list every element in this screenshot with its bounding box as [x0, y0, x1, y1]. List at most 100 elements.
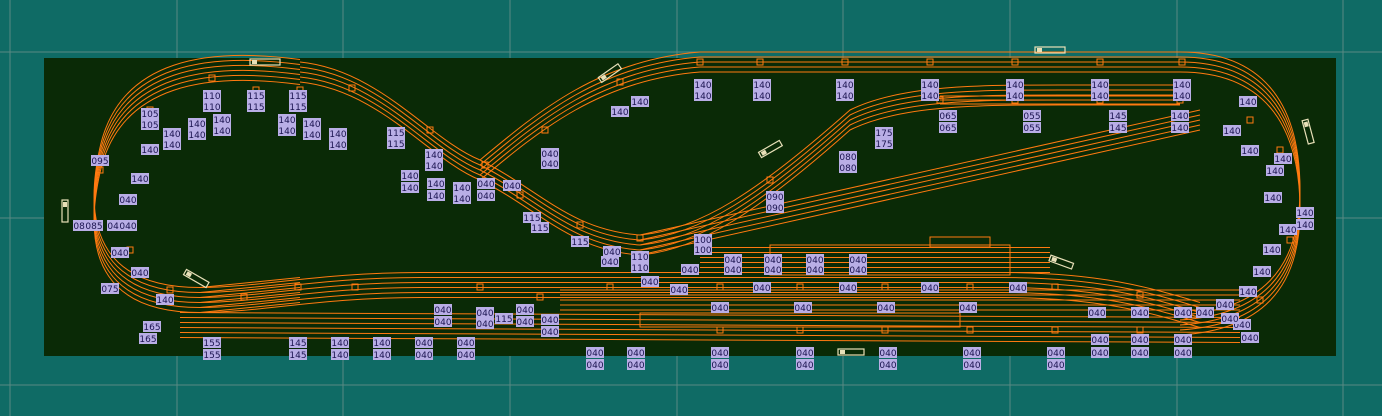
- elevation-label: 110: [203, 90, 221, 102]
- elevation-label-text: 155: [203, 351, 220, 361]
- elevation-label: 115: [387, 127, 405, 139]
- elevation-label-text: 040: [796, 361, 813, 371]
- elevation-label: 140: [329, 139, 347, 151]
- elevation-label-text: 040: [1047, 349, 1064, 359]
- elevation-label-text: 115: [289, 92, 306, 102]
- elevation-label: 040: [670, 284, 688, 296]
- elevation-label: 145: [289, 349, 307, 361]
- elevation-label-text: 140: [631, 98, 648, 108]
- elevation-label: 040: [586, 347, 604, 359]
- elevation-label-text: 040: [764, 266, 781, 276]
- elevation-label: 040: [477, 178, 495, 190]
- elevation-label: 040: [627, 359, 645, 371]
- elevation-label: 140: [1173, 90, 1191, 102]
- elevation-label-text: 040: [586, 349, 603, 359]
- elevation-label-text: 140: [1006, 81, 1023, 91]
- elevation-label-text: 140: [425, 162, 442, 172]
- elevation-label: 040: [1174, 334, 1192, 346]
- elevation-label: 085: [85, 220, 103, 232]
- elevation-label-text: 110: [631, 264, 648, 274]
- elevation-label: 140: [1006, 90, 1024, 102]
- elevation-label-text: 040: [879, 349, 896, 359]
- elevation-label-text: 140: [188, 131, 205, 141]
- elevation-label-text: 040: [434, 306, 451, 316]
- elevation-label-text: 140: [156, 296, 173, 306]
- elevation-label: 040: [541, 314, 559, 326]
- elevation-label-text: 105: [141, 121, 158, 131]
- elevation-label-text: 140: [1091, 81, 1108, 91]
- elevation-label: 040: [503, 180, 521, 192]
- elevation-label: 040: [711, 302, 729, 314]
- elevation-label: 040: [724, 264, 742, 276]
- elevation-label: 140: [1239, 96, 1257, 108]
- elevation-label-text: 040: [959, 304, 976, 314]
- elevation-label-text: 040: [503, 182, 520, 192]
- elevation-label-text: 065: [939, 124, 956, 134]
- elevation-label-text: 040: [434, 318, 451, 328]
- elevation-label: 040: [849, 264, 867, 276]
- elevation-label-text: 040: [131, 269, 148, 279]
- elevation-label: 040: [516, 316, 534, 328]
- elevation-label-text: 140: [331, 339, 348, 349]
- elevation-label: 040: [476, 318, 494, 330]
- elevation-label: 140: [1253, 266, 1271, 278]
- elevation-label: 115: [571, 236, 589, 248]
- elevation-label: 115: [289, 101, 307, 113]
- elevation-label: 095: [91, 155, 109, 167]
- elevation-label-text: 115: [531, 224, 548, 234]
- elevation-label: 140: [753, 90, 771, 102]
- elevation-label-text: 115: [387, 140, 404, 150]
- elevation-label-text: 140: [1173, 92, 1190, 102]
- elevation-label: 080: [839, 162, 857, 174]
- elevation-label: 040: [879, 347, 897, 359]
- elevation-label: 140: [425, 160, 443, 172]
- elevation-label: 040: [879, 359, 897, 371]
- elevation-label-text: 140: [1296, 209, 1313, 219]
- elevation-label: 040: [796, 359, 814, 371]
- elevation-label-text: 115: [571, 238, 588, 248]
- elevation-label-text: 140: [427, 192, 444, 202]
- elevation-label: 040: [711, 347, 729, 359]
- elevation-label-text: 140: [1223, 127, 1240, 137]
- elevation-label-text: 040: [586, 361, 603, 371]
- elevation-label-text: 085: [85, 222, 102, 232]
- elevation-label-text: 040: [879, 361, 896, 371]
- elevation-label: 140: [1223, 125, 1241, 137]
- elevation-label-text: 140: [1006, 92, 1023, 102]
- elevation-label: 040: [627, 347, 645, 359]
- elevation-label: 155: [203, 349, 221, 361]
- elevation-label: 140: [1171, 110, 1189, 122]
- elevation-label-text: 040: [541, 160, 558, 170]
- elevation-label-text: 140: [131, 175, 148, 185]
- elevation-label: 140: [427, 190, 445, 202]
- elevation-label-text: 140: [1266, 167, 1283, 177]
- elevation-label-text: 040: [1174, 309, 1191, 319]
- elevation-label-text: 140: [278, 127, 295, 137]
- elevation-label: 040: [963, 347, 981, 359]
- elevation-label: 140: [836, 90, 854, 102]
- elevation-label: 040: [1216, 299, 1234, 311]
- elevation-label-text: 040: [415, 351, 432, 361]
- elevation-label-text: 140: [373, 339, 390, 349]
- elevation-label: 165: [143, 321, 161, 333]
- elevation-label-text: 040: [921, 284, 938, 294]
- elevation-label-text: 040: [1009, 284, 1026, 294]
- elevation-label-text: 040: [457, 351, 474, 361]
- elevation-label: 140: [278, 114, 296, 126]
- elevation-label-text: 115: [247, 103, 264, 113]
- elevation-label-text: 040: [627, 349, 644, 359]
- elevation-label: 040: [457, 337, 475, 349]
- elevation-label: 140: [331, 337, 349, 349]
- elevation-label-text: 145: [289, 351, 306, 361]
- elevation-label-text: 095: [91, 157, 108, 167]
- elevation-label: 040: [541, 158, 559, 170]
- elevation-label-text: 145: [1109, 124, 1126, 134]
- elevation-label-text: 140: [1239, 288, 1256, 298]
- elevation-label: 040: [1174, 307, 1192, 319]
- elevation-label: 040: [806, 264, 824, 276]
- elevation-label: 140: [1241, 145, 1259, 157]
- elevation-label-text: 165: [143, 323, 160, 333]
- elevation-label: 140: [694, 79, 712, 91]
- elevation-label-text: 140: [611, 108, 628, 118]
- elevation-label: 140: [329, 128, 347, 140]
